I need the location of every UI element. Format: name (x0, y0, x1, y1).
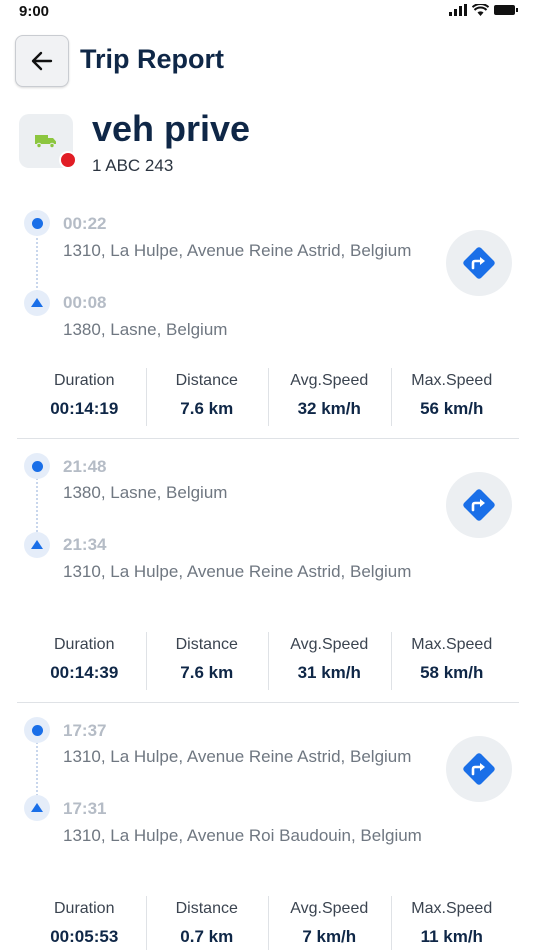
stat-value: 7.6 km (180, 399, 234, 418)
trip-stats: Duration 00:14:39 Distance 7.6 km Avg.Spee… (23, 632, 513, 690)
trip-stats: Duration 00:05:53 Distance 0.7 km Avg.Spee… (23, 896, 513, 950)
battery-icon (494, 5, 518, 15)
divider (17, 438, 519, 439)
stat-duration: Duration 00:14:19 (23, 368, 146, 426)
trip-card[interactable]: 17:37 1310, La Hulpe, Avenue Reine Astri… (0, 714, 534, 950)
trip-end-time: 21:48 (63, 457, 107, 476)
triangle-icon (31, 802, 43, 812)
trip-start-marker (24, 532, 50, 558)
stat-value: 32 km/h (297, 399, 361, 418)
trip-end-marker (24, 717, 50, 743)
trip-start-time: 17:31 (63, 799, 107, 818)
stat-duration: Duration 00:14:39 (23, 632, 146, 690)
stat-avg-speed: Avg.Speed 7 km/h (268, 896, 391, 950)
directions-icon (463, 489, 495, 521)
divider (17, 702, 519, 703)
trip-end-address: 1310, La Hulpe, Avenue Reine Astrid, Bel… (63, 747, 412, 766)
wifi-icon (472, 4, 489, 16)
stat-label: Duration (54, 900, 115, 917)
stat-max-speed: Max.Speed 11 km/h (390, 896, 514, 950)
stat-label: Max.Speed (411, 636, 493, 653)
trip-end-marker (24, 210, 50, 236)
dot-icon (31, 460, 43, 472)
stat-value: 00:05:53 (50, 927, 119, 946)
stat-label: Avg.Speed (290, 372, 369, 389)
vehicle-status-dot (59, 151, 77, 169)
stat-duration: Duration 00:05:53 (23, 896, 146, 950)
stat-max-speed: Max.Speed 56 km/h (390, 368, 514, 426)
stat-value: 0.7 km (180, 927, 234, 946)
trip-start-address: 1380, Lasne, Belgium (63, 320, 228, 339)
stat-label: Avg.Speed (290, 900, 369, 917)
stat-value: 56 km/h (420, 399, 484, 418)
status-icons (449, 4, 518, 16)
stat-avg-speed: Avg.Speed 31 km/h (268, 632, 391, 690)
arrow-left-icon (31, 51, 53, 71)
trip-card[interactable]: 21:48 1380, Lasne, Belgium 21:34 1310, L… (0, 450, 534, 702)
stat-label: Duration (54, 636, 115, 653)
trip-start-address: 1310, La Hulpe, Avenue Reine Astrid, Bel… (63, 562, 412, 581)
trip-start-time: 00:08 (63, 293, 107, 312)
stat-label: Distance (175, 900, 238, 917)
navigate-button[interactable] (446, 230, 512, 296)
trip-end-address: 1310, La Hulpe, Avenue Reine Astrid, Bel… (63, 241, 412, 260)
trip-end-time: 00:22 (63, 214, 107, 233)
stat-label: Distance (175, 636, 238, 653)
stat-label: Duration (54, 372, 115, 389)
stat-value: 7.6 km (180, 663, 234, 682)
stat-distance: Distance 7.6 km (145, 368, 269, 426)
navigate-button[interactable] (446, 472, 512, 538)
stat-value: 00:14:39 (50, 663, 119, 682)
status-time: 9:00 (19, 3, 50, 20)
stat-value: 11 km/h (420, 927, 483, 946)
triangle-icon (31, 297, 43, 307)
stat-max-speed: Max.Speed 58 km/h (390, 632, 514, 690)
dot-icon (31, 724, 43, 736)
stat-label: Distance (175, 372, 238, 389)
navigate-button[interactable] (446, 736, 512, 802)
dot-icon (31, 217, 43, 229)
trip-start-time: 21:34 (63, 535, 107, 554)
stat-label: Max.Speed (411, 900, 493, 917)
trip-end-time: 17:37 (63, 721, 107, 740)
trip-start-address: 1310, La Hulpe, Avenue Roi Baudouin, Bel… (63, 826, 422, 845)
trip-stats: Duration 00:14:19 Distance 7.6 km Avg.Spee… (23, 368, 513, 426)
directions-icon (463, 247, 495, 279)
stat-value: 00:14:19 (50, 399, 119, 418)
stat-value: 31 km/h (297, 663, 361, 682)
trip-card[interactable]: 00:22 1310, La Hulpe, Avenue Reine Astri… (0, 208, 534, 438)
trip-start-marker (24, 795, 50, 821)
vehicle-name: veh prive (92, 108, 251, 149)
signal-icon (449, 4, 467, 16)
stat-distance: Distance 7.6 km (145, 632, 269, 690)
page-title: Trip Report (80, 44, 225, 74)
trip-start-marker (24, 290, 50, 316)
stat-label: Max.Speed (411, 372, 493, 389)
directions-icon (463, 753, 495, 785)
vehicle-plate: 1 ABC 243 (92, 156, 174, 175)
stat-distance: Distance 0.7 km (145, 896, 269, 950)
stat-value: 7 km/h (302, 927, 357, 946)
stat-avg-speed: Avg.Speed 32 km/h (268, 368, 391, 426)
stat-value: 58 km/h (420, 663, 484, 682)
stat-label: Avg.Speed (290, 636, 369, 653)
triangle-icon (31, 539, 43, 549)
truck-icon (35, 135, 56, 148)
status-bar: 9:00 (0, 0, 534, 22)
back-button[interactable] (15, 35, 69, 87)
trip-end-marker (24, 453, 50, 479)
trip-end-address: 1380, Lasne, Belgium (63, 483, 228, 502)
